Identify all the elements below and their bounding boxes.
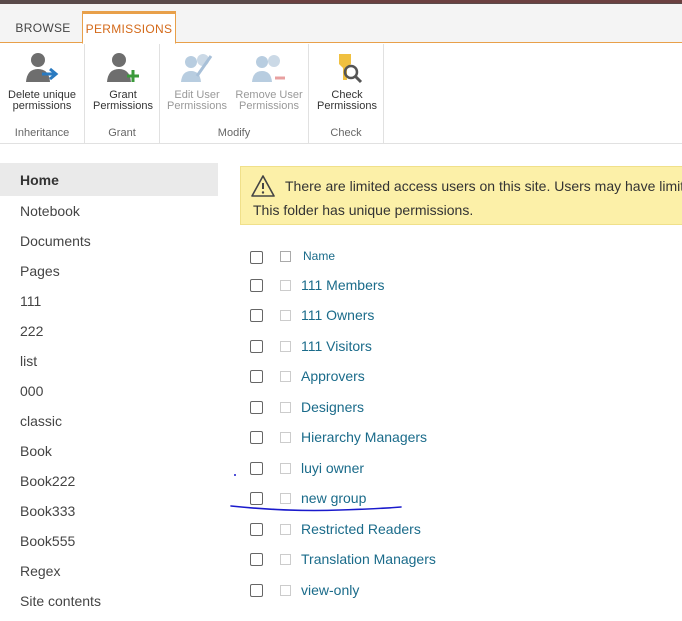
column-header-name[interactable]: Name bbox=[303, 249, 335, 263]
group-link[interactable]: view-only bbox=[301, 582, 359, 598]
row-checkbox[interactable] bbox=[250, 492, 263, 505]
group-link[interactable]: luyi owner bbox=[301, 460, 364, 476]
row-checkbox[interactable] bbox=[250, 401, 263, 414]
list-row: 111 Visitors bbox=[240, 331, 682, 361]
group-link[interactable]: new group bbox=[301, 490, 366, 506]
grant-line2: Permissions bbox=[93, 100, 153, 112]
list-row: new group bbox=[240, 483, 682, 513]
nav-item-book555[interactable]: Book555 bbox=[0, 526, 218, 556]
warning-text-limited-access: There are limited access users on this s… bbox=[285, 178, 682, 194]
nav-item-book222[interactable]: Book222 bbox=[0, 466, 218, 496]
row-icon-checkbox[interactable] bbox=[280, 554, 291, 565]
group-link[interactable]: 111 Members bbox=[301, 277, 385, 293]
row-icon-checkbox[interactable] bbox=[280, 524, 291, 535]
nav-item-000[interactable]: 000 bbox=[0, 376, 218, 406]
nav-item-book[interactable]: Book bbox=[0, 436, 218, 466]
warning-text-unique-permissions: This folder has unique permissions. bbox=[253, 202, 474, 218]
group-link[interactable]: Hierarchy Managers bbox=[301, 429, 427, 445]
row-icon-checkbox[interactable] bbox=[280, 341, 291, 352]
group-link[interactable]: Restricted Readers bbox=[301, 521, 421, 537]
delete-unique-permissions-icon bbox=[26, 53, 59, 82]
list-row: 111 Owners bbox=[240, 300, 682, 330]
top-bar-accent bbox=[280, 0, 682, 3]
group-link[interactable]: 111 Owners bbox=[301, 307, 374, 323]
group-inheritance: Delete unique permissions Inheritance bbox=[0, 44, 85, 143]
remove-user-permissions-icon bbox=[252, 55, 285, 82]
row-checkbox[interactable] bbox=[250, 370, 263, 383]
row-checkbox[interactable] bbox=[250, 523, 263, 536]
edit-line2: Permissions bbox=[167, 100, 227, 112]
select-all-checkbox[interactable] bbox=[250, 251, 263, 264]
row-icon-checkbox[interactable] bbox=[280, 432, 291, 443]
nav-item-111[interactable]: 111 bbox=[0, 286, 218, 316]
row-icon-checkbox[interactable] bbox=[280, 493, 291, 504]
nav-item-documents[interactable]: Documents bbox=[0, 226, 218, 256]
list-row: Hierarchy Managers bbox=[240, 422, 682, 452]
row-icon-checkbox[interactable] bbox=[280, 402, 291, 413]
ribbon-tabs: BROWSE PERMISSIONS bbox=[0, 4, 682, 44]
nav-item-site-contents[interactable]: Site contents bbox=[0, 586, 218, 616]
group-link[interactable]: Approvers bbox=[301, 368, 365, 384]
row-icon-checkbox[interactable] bbox=[280, 463, 291, 474]
list-row: Translation Managers bbox=[240, 544, 682, 574]
list-row: Designers bbox=[240, 392, 682, 422]
list-row: luyi owner bbox=[240, 453, 682, 483]
list-row: view-only bbox=[240, 575, 682, 605]
group-link[interactable]: Translation Managers bbox=[301, 551, 436, 567]
list-header: Name bbox=[240, 240, 682, 270]
header-item-checkbox[interactable] bbox=[280, 251, 291, 262]
row-checkbox[interactable] bbox=[250, 309, 263, 322]
grant-permissions-icon bbox=[107, 53, 139, 82]
tab-browse[interactable]: BROWSE bbox=[10, 12, 76, 44]
row-icon-checkbox[interactable] bbox=[280, 310, 291, 321]
group-label-grant: Grant bbox=[108, 127, 136, 139]
left-navigation: Home Notebook Documents Pages 111 222 li… bbox=[0, 163, 218, 616]
nav-item-classic[interactable]: classic bbox=[0, 406, 218, 436]
check-permissions-icon bbox=[339, 54, 363, 84]
list-row: Restricted Readers bbox=[240, 514, 682, 544]
edit-user-permissions-icon bbox=[181, 54, 213, 82]
warning-icon bbox=[251, 175, 275, 197]
group-label-check: Check bbox=[330, 127, 362, 139]
nav-item-pages[interactable]: Pages bbox=[0, 256, 218, 286]
row-icon-checkbox[interactable] bbox=[280, 371, 291, 382]
row-checkbox[interactable] bbox=[250, 462, 263, 475]
list-row: 111 Members bbox=[240, 270, 682, 300]
group-link[interactable]: Designers bbox=[301, 399, 364, 415]
check-line2: Permissions bbox=[317, 100, 377, 112]
group-label-inheritance: Inheritance bbox=[14, 127, 70, 139]
group-modify: Edit User Permissions Remove User Permis… bbox=[160, 44, 309, 143]
nav-item-regex[interactable]: Regex bbox=[0, 556, 218, 586]
row-checkbox[interactable] bbox=[250, 584, 263, 597]
limited-access-warning: There are limited access users on this s… bbox=[240, 166, 682, 225]
ribbon: Delete unique permissions Inheritance Gr… bbox=[0, 44, 682, 144]
nav-item-home[interactable]: Home bbox=[0, 163, 218, 196]
row-checkbox[interactable] bbox=[250, 340, 263, 353]
tab-permissions[interactable]: PERMISSIONS bbox=[82, 11, 176, 44]
remove-user-permissions-button[interactable]: Remove User Permissions bbox=[230, 50, 308, 112]
nav-item-222[interactable]: 222 bbox=[0, 316, 218, 346]
list-row: Approvers bbox=[240, 361, 682, 391]
row-icon-checkbox[interactable] bbox=[280, 280, 291, 291]
check-permissions-button[interactable]: Check Permissions bbox=[311, 50, 383, 112]
nav-item-book333[interactable]: Book333 bbox=[0, 496, 218, 526]
delete-unique-permissions-button[interactable]: Delete unique permissions bbox=[2, 50, 82, 112]
delete-line2: permissions bbox=[12, 100, 72, 112]
row-icon-checkbox[interactable] bbox=[280, 585, 291, 596]
row-checkbox[interactable] bbox=[250, 431, 263, 444]
grant-permissions-button[interactable]: Grant Permissions bbox=[87, 50, 159, 112]
nav-item-list[interactable]: list bbox=[0, 346, 218, 376]
row-checkbox[interactable] bbox=[250, 279, 263, 292]
row-checkbox[interactable] bbox=[250, 553, 263, 566]
group-check: Check Permissions Check bbox=[309, 44, 384, 143]
remove-line2: Permissions bbox=[239, 100, 299, 112]
group-link[interactable]: 111 Visitors bbox=[301, 338, 372, 354]
group-grant: Grant Permissions Grant bbox=[85, 44, 160, 143]
group-label-modify: Modify bbox=[217, 127, 251, 139]
edit-user-permissions-button[interactable]: Edit User Permissions bbox=[166, 50, 228, 112]
nav-item-notebook[interactable]: Notebook bbox=[0, 196, 218, 226]
